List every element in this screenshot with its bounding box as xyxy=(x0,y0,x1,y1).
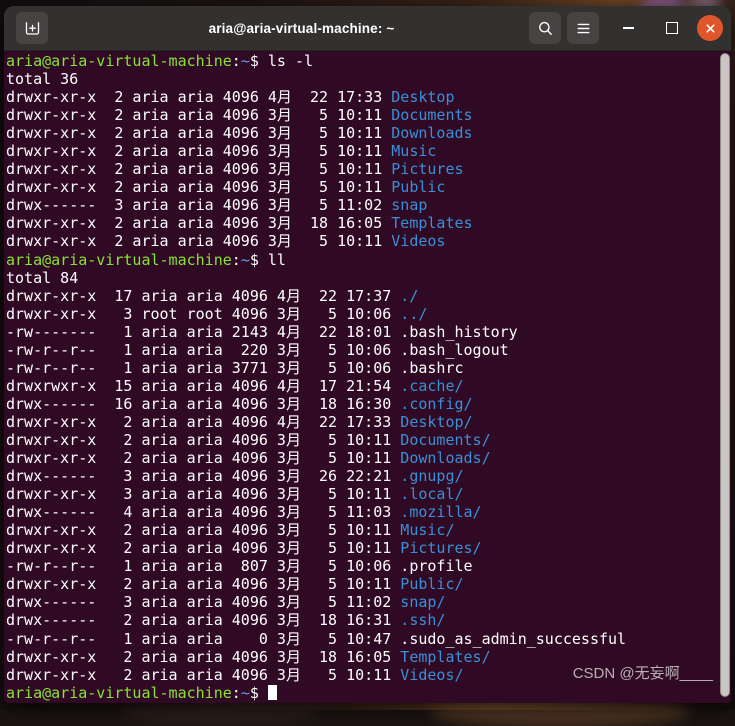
terminal-file-row: drwxrwxr-x 15 aria aria 4096 4月 17 21:54… xyxy=(6,377,626,395)
terminal-file-row: drwxr-xr-x 2 aria aria 4096 3月 5 10:11 M… xyxy=(6,521,626,539)
minimize-button[interactable] xyxy=(613,13,643,43)
terminal-cursor xyxy=(268,685,277,700)
scrollbar-thumb[interactable] xyxy=(720,53,730,697)
terminal-file-row: drwxr-xr-x 2 aria aria 4096 3月 5 10:11 D… xyxy=(6,124,626,142)
terminal-file-row: drwxr-xr-x 3 aria aria 4096 3月 5 10:11 .… xyxy=(6,485,626,503)
terminal-prompt-line: aria@aria-virtual-machine:~$ ll xyxy=(6,251,626,269)
maximize-icon xyxy=(666,22,678,34)
terminal-total-line: total 84 xyxy=(6,269,626,287)
terminal-file-row: drwx------ 3 aria aria 4096 3月 26 22:21 … xyxy=(6,467,626,485)
terminal-file-row: drwx------ 4 aria aria 4096 3月 5 11:03 .… xyxy=(6,503,626,521)
menu-button[interactable] xyxy=(567,12,599,44)
terminal-file-row: drwxr-xr-x 2 aria aria 4096 3月 5 10:11 D… xyxy=(6,431,626,449)
terminal-file-row: drwxr-xr-x 2 aria aria 4096 3月 5 10:11 V… xyxy=(6,232,626,250)
minimize-icon xyxy=(623,27,634,29)
terminal-file-row: drwx------ 3 aria aria 4096 3月 5 11:02 s… xyxy=(6,593,626,611)
new-tab-button[interactable] xyxy=(16,12,48,44)
terminal-file-row: drwxr-xr-x 2 aria aria 4096 3月 5 10:11 P… xyxy=(6,160,626,178)
new-tab-icon xyxy=(24,20,41,37)
search-button[interactable] xyxy=(529,12,561,44)
terminal-total-line: total 36 xyxy=(6,70,626,88)
terminal-file-row: drwxr-xr-x 2 aria aria 4096 3月 5 10:11 V… xyxy=(6,666,626,684)
terminal-screen[interactable]: aria@aria-virtual-machine:~$ ls -ltotal … xyxy=(4,51,731,703)
close-button[interactable] xyxy=(697,15,723,41)
terminal-file-row: drwxr-xr-x 2 aria aria 4096 3月 5 10:11 M… xyxy=(6,142,626,160)
terminal-file-row: drwx------ 2 aria aria 4096 3月 18 16:31 … xyxy=(6,611,626,629)
terminal-window: aria@aria-virtual-machine: ~ xyxy=(4,6,731,703)
hamburger-menu-icon xyxy=(575,20,592,37)
terminal-file-row: drwx------ 16 aria aria 4096 3月 18 16:30… xyxy=(6,395,626,413)
terminal-prompt-line: aria@aria-virtual-machine:~$ xyxy=(6,684,626,702)
terminal-file-row: -rw-r--r-- 1 aria aria 807 3月 5 10:06 .p… xyxy=(6,557,626,575)
window-titlebar[interactable]: aria@aria-virtual-machine: ~ xyxy=(4,6,731,51)
terminal-file-row: drwxr-xr-x 2 aria aria 4096 3月 5 10:11 P… xyxy=(6,178,626,196)
terminal-output: aria@aria-virtual-machine:~$ ls -ltotal … xyxy=(4,52,628,702)
terminal-file-row: drwxr-xr-x 2 aria aria 4096 3月 18 16:05 … xyxy=(6,648,626,666)
terminal-file-row: drwxr-xr-x 2 aria aria 4096 3月 5 10:11 P… xyxy=(6,575,626,593)
search-icon xyxy=(537,20,554,37)
terminal-scrollbar[interactable] xyxy=(718,51,731,703)
terminal-file-row: drwxr-xr-x 2 aria aria 4096 3月 18 16:05 … xyxy=(6,214,626,232)
terminal-file-row: drwxr-xr-x 2 aria aria 4096 3月 5 10:11 P… xyxy=(6,539,626,557)
terminal-file-row: drwx------ 3 aria aria 4096 3月 5 11:02 s… xyxy=(6,196,626,214)
maximize-button[interactable] xyxy=(657,13,687,43)
terminal-file-row: drwxr-xr-x 17 aria aria 4096 4月 22 17:37… xyxy=(6,287,626,305)
terminal-file-row: drwxr-xr-x 2 aria aria 4096 3月 5 10:11 D… xyxy=(6,449,626,467)
terminal-file-row: -rw-r--r-- 1 aria aria 0 3月 5 10:47 .sud… xyxy=(6,630,626,648)
terminal-file-row: -rw-r--r-- 1 aria aria 220 3月 5 10:06 .b… xyxy=(6,341,626,359)
terminal-prompt-line: aria@aria-virtual-machine:~$ ls -l xyxy=(6,52,626,70)
close-icon xyxy=(704,22,717,35)
terminal-file-row: drwxr-xr-x 2 aria aria 4096 4月 22 17:33 … xyxy=(6,413,626,431)
terminal-file-row: drwxr-xr-x 2 aria aria 4096 3月 5 10:11 D… xyxy=(6,106,626,124)
titlebar-controls xyxy=(529,12,725,44)
terminal-file-row: -rw-r--r-- 1 aria aria 3771 3月 5 10:06 .… xyxy=(6,359,626,377)
terminal-file-row: drwxr-xr-x 2 aria aria 4096 4月 22 17:33 … xyxy=(6,88,626,106)
terminal-file-row: drwxr-xr-x 3 root root 4096 3月 5 10:06 .… xyxy=(6,305,626,323)
terminal-file-row: -rw------- 1 aria aria 2143 4月 22 18:01 … xyxy=(6,323,626,341)
window-title: aria@aria-virtual-machine: ~ xyxy=(48,21,529,36)
